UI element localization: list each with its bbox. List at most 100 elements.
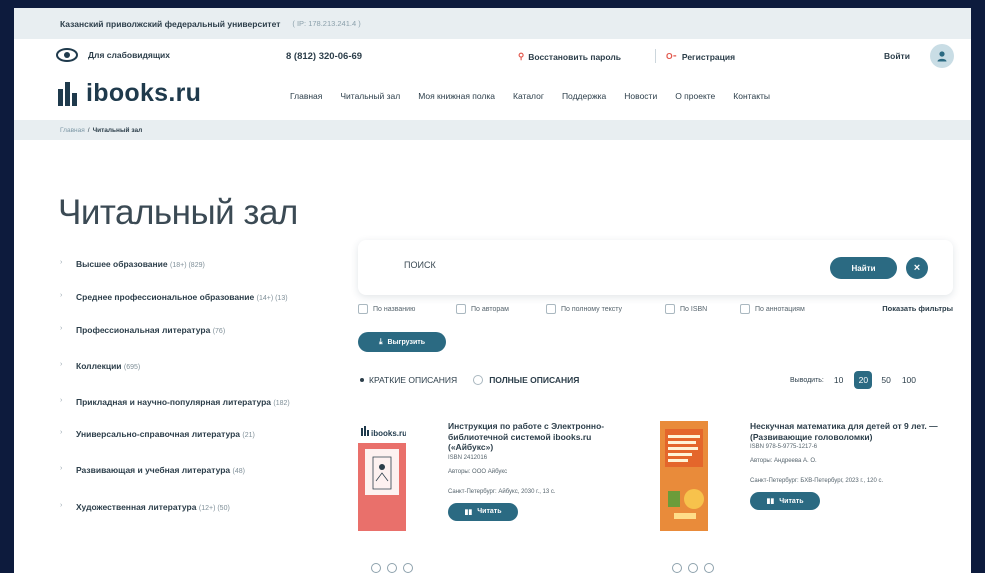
book-open-icon: ▮▮ [766,498,775,505]
category-name: Развивающая и учебная литература [76,465,231,475]
clear-search-button[interactable]: × [906,257,928,279]
category-count: (12+) (50) [198,505,230,512]
bookmark-icon[interactable] [672,563,682,573]
book-info: Нескучная математика для детей от 9 лет.… [750,421,940,510]
breadcrumb: Главная / Читальный зал [14,120,971,140]
book-cover[interactable] [660,421,708,531]
info-icon[interactable] [403,563,413,573]
category-item[interactable]: › Универсально-справочная литература (21… [60,428,340,442]
browser-page: Казанский приволжский федеральный универ… [14,8,971,573]
search-panel: Найти × [358,240,953,295]
checkbox[interactable] [546,304,556,314]
chevron-right-icon: › [60,397,63,404]
category-name: Коллекции [76,361,122,371]
restore-password-label: Восстановить пароль [528,51,621,62]
key-icon: ⚲ [518,51,525,61]
category-count: (695) [123,364,141,371]
category-item[interactable]: › Художественная литература (12+) (50) [60,501,340,515]
header-utility-row: Для слабовидящих 8 (812) 320-06-69 ⚲ Вос… [14,39,971,73]
book-publisher: Санкт-Петербург: БХВ-Петербург, 2023 г.,… [750,478,884,484]
category-name: Высшее образование [76,259,168,269]
per-page-10[interactable]: 10 [834,375,843,385]
register-label: Регистрация [681,51,736,62]
nav-item-contacts[interactable]: Контакты [733,91,770,101]
export-label: Выгрузить [387,338,425,346]
checkbox[interactable] [456,304,466,314]
cover-logo-text: ibooks.ru [371,429,406,438]
site-logo[interactable]: ibooks.ru [58,79,201,108]
read-button[interactable]: ▮▮ Читать [750,492,820,510]
restore-password-link[interactable]: ⚲ Восстановить пароль [518,51,621,62]
category-name: Универсально-справочная литература [76,429,241,439]
breadcrumb-home[interactable]: Главная [60,127,85,134]
book-title[interactable]: Инструкция по работе с Электронно-библио… [448,421,638,453]
category-item[interactable]: › Развивающая и учебная литература (48) [60,464,340,478]
logo-text: ibooks.ru [86,79,202,107]
category-count: (48) [232,468,245,475]
book-isbn: ISBN 978-5-9775-1217-6 [750,444,818,450]
nav-item-catalog[interactable]: Каталог [513,91,544,101]
search-filters: По названию По авторам По полному тексту… [358,304,953,318]
category-item[interactable]: › Прикладная и научно-популярная литерат… [60,396,340,410]
share-icon[interactable] [688,563,698,573]
nav-item-my-shelf[interactable]: Моя книжная полка [418,91,495,101]
user-avatar-icon[interactable] [930,44,954,68]
info-icon[interactable] [704,563,714,573]
book-info: Инструкция по работе с Электронно-библио… [448,421,638,521]
ip-address: ( IP: 178.213.241.4 ) [292,19,361,28]
checkbox[interactable] [358,304,368,314]
category-count: (182) [273,400,290,407]
per-page-label: Выводить: [790,376,824,384]
filter-label: По авторам [471,305,509,313]
accessibility-link[interactable]: Для слабовидящих [56,48,170,62]
category-name: Среднее профессиональное образование [76,292,255,302]
category-item[interactable]: › Профессиональная литература (76) [60,324,340,338]
read-label: Читать [779,497,804,505]
filter-label: По названию [373,305,416,313]
view-mode-short[interactable]: КРАТКИЕ ОПИСАНИЯ [369,375,457,385]
login-link[interactable]: Войти [884,51,910,61]
filter-label: По полному тексту [561,305,623,313]
export-button[interactable]: ⤓ Выгрузить [358,332,446,352]
per-page-20[interactable]: 20 [854,371,873,389]
category-item[interactable]: › Среднее профессиональное образование (… [60,291,340,305]
chevron-right-icon: › [60,259,63,266]
show-filters-link[interactable]: Показать фильтры [882,304,953,313]
filter-by-annotations[interactable]: По аннотациям [740,304,805,314]
phone-number: 8 (812) 320-06-69 [286,51,363,62]
register-key-icon: O⁃ [666,51,677,61]
category-item[interactable]: › Высшее образование (18+) (829) [60,258,340,272]
nav-item-reading-room[interactable]: Читальный зал [340,91,400,101]
view-mode-full[interactable]: ПОЛНЫЕ ОПИСАНИЯ [489,375,579,385]
book-title[interactable]: Нескучная математика для детей от 9 лет.… [750,421,940,442]
find-button[interactable]: Найти [830,257,897,279]
share-icon[interactable] [387,563,397,573]
filter-by-full-text[interactable]: По полному тексту [546,304,622,314]
chevron-right-icon: › [60,292,63,299]
book-actions [672,563,720,573]
book-open-icon: ▮▮ [464,508,473,516]
register-link[interactable]: O⁃ Регистрация [666,51,735,62]
download-icon: ⤓ [379,337,383,346]
search-input[interactable] [404,260,704,270]
university-name: Казанский приволжский федеральный универ… [60,18,281,29]
per-page-50[interactable]: 50 [881,375,890,385]
filter-by-authors[interactable]: По авторам [456,304,509,314]
per-page-100[interactable]: 100 [902,375,916,385]
header-main-row: ibooks.ru Главная Читальный зал Моя книж… [14,73,971,120]
breadcrumb-separator: / [87,126,90,134]
filter-by-title[interactable]: По названию [358,304,415,314]
checkbox[interactable] [665,304,675,314]
chevron-right-icon: › [60,465,63,472]
checkbox[interactable] [740,304,750,314]
nav-item-about[interactable]: О проекте [675,91,715,101]
book-cover[interactable]: ibooks.ru [358,421,407,531]
nav-item-home[interactable]: Главная [290,91,322,101]
filter-by-isbn[interactable]: По ISBN [665,304,707,314]
nav-item-news[interactable]: Новости [624,91,657,101]
read-button[interactable]: ▮▮ Читать [448,502,518,521]
category-item[interactable]: › Коллекции (695) [60,360,340,374]
bookmark-icon[interactable] [371,563,381,573]
nav-item-support[interactable]: Поддержка [562,91,606,101]
radio-button[interactable] [473,375,484,385]
